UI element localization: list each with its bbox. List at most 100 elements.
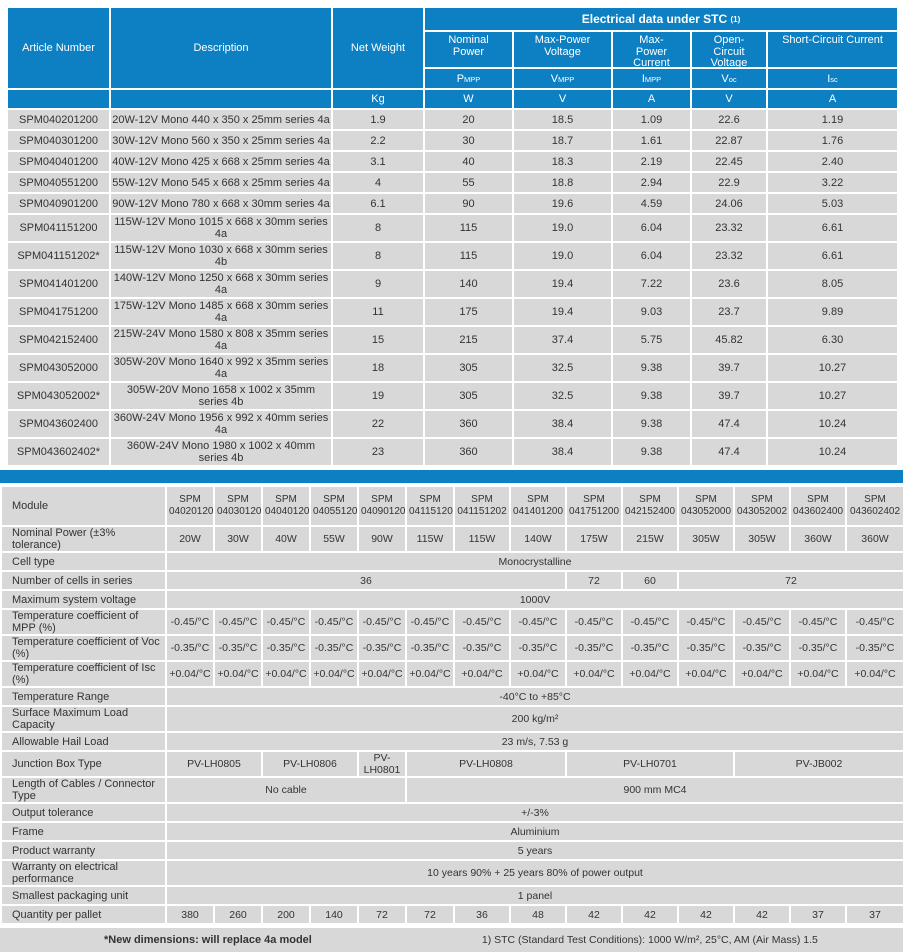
tc-mpp-cell: -0.45/°C: [214, 609, 262, 635]
weight-unit: Kg: [332, 89, 424, 109]
tc-isc-cell: +0.04/°C: [734, 661, 790, 687]
net-weight-cell: 15: [332, 326, 424, 354]
voc-cell: 47.4: [691, 438, 767, 466]
table-row: SPM04030120030W-12V Mono 560 x 350 x 25m…: [7, 130, 898, 151]
isc-cell: 10.27: [767, 382, 898, 410]
spec-row-label: Cell type: [1, 552, 166, 571]
impp-cell: 9.38: [612, 410, 691, 438]
module-id-cell: SPM040551200: [310, 486, 358, 526]
quantity-per-pallet-row: Quantity per pallet380260200140727236484…: [1, 905, 903, 924]
open-circuit-voltage-header: Open-Circuit Voltage: [691, 31, 767, 68]
impp-cell: 2.94: [612, 172, 691, 193]
smallest-packaging-value: 1 panel: [166, 886, 903, 905]
surface-load-row: Surface Maximum Load Capacity 200 kg/m²: [1, 706, 903, 732]
tc-mpp-cell: -0.45/°C: [166, 609, 214, 635]
tc-voc-cell: -0.35/°C: [262, 635, 310, 661]
stc-footnote-ref: (1): [730, 15, 740, 24]
module-spec-body: ModuleSPM040201200SPM040301200SPM0404012…: [1, 486, 903, 924]
description-cell: 305W-20V Mono 1658 x 1002 x 35mm series …: [110, 382, 332, 410]
stc-title: Electrical data under STC: [582, 12, 727, 26]
spec-row-label: Number of cells in series: [1, 571, 166, 590]
description-cell: 175W-12V Mono 1485 x 668 x 30mm series 4…: [110, 298, 332, 326]
table-row: SPM04090120090W-12V Mono 780 x 668 x 30m…: [7, 193, 898, 214]
tc-isc-cell: +0.04/°C: [358, 661, 406, 687]
net-weight-cell: 18: [332, 354, 424, 382]
tc-voc-row: Temperature coefficient of Voc (%)-0.35/…: [1, 635, 903, 661]
nominal-power-row: Nominal Power (±3% tolerance)20W30W40W55…: [1, 526, 903, 552]
temperature-range-value: -40°C to +85°C: [166, 687, 903, 706]
surface-load-value: 200 kg/m²: [166, 706, 903, 732]
cells-in-series-value: 72: [678, 571, 903, 590]
quantity-cell: 200: [262, 905, 310, 924]
isc-cell: 9.89: [767, 298, 898, 326]
spec-row-label: Temperature coefficient of MPP (%): [1, 609, 166, 635]
impp-cell: 2.19: [612, 151, 691, 172]
table-row: SPM041751200175W-12V Mono 1485 x 668 x 3…: [7, 298, 898, 326]
tc-isc-cell: +0.04/°C: [166, 661, 214, 687]
module-id-cell: SPM042152400: [622, 486, 678, 526]
pmpp-cell: 305: [424, 382, 513, 410]
voc-cell: 23.7: [691, 298, 767, 326]
impp-cell: 6.04: [612, 214, 691, 242]
net-weight-cell: 19: [332, 382, 424, 410]
article-number-cell: SPM042152400: [7, 326, 110, 354]
voc-cell: 23.6: [691, 270, 767, 298]
nominal-power-cell: 90W: [358, 526, 406, 552]
quantity-cell: 42: [622, 905, 678, 924]
isc-cell: 1.76: [767, 130, 898, 151]
vmpp-cell: 18.8: [513, 172, 612, 193]
voc-cell: 22.9: [691, 172, 767, 193]
nominal-power-cell: 305W: [678, 526, 734, 552]
pmpp-cell: 305: [424, 354, 513, 382]
header-row-units: Kg W V A V A: [7, 89, 898, 109]
quantity-cell: 36: [454, 905, 510, 924]
description-cell: 55W-12V Mono 545 x 668 x 25mm series 4a: [110, 172, 332, 193]
table-row: SPM041151200115W-12V Mono 1015 x 668 x 3…: [7, 214, 898, 242]
description-cell: 360W-24V Mono 1956 x 992 x 40mm series 4…: [110, 410, 332, 438]
module-id-cell: SPM041151202: [454, 486, 510, 526]
quantity-cell: 260: [214, 905, 262, 924]
tc-isc-cell: +0.04/°C: [566, 661, 622, 687]
impp-cell: 9.38: [612, 354, 691, 382]
article-number-cell: SPM041151200: [7, 214, 110, 242]
net-weight-cell: 2.2: [332, 130, 424, 151]
header-row-group: Article Number Description Net Weight El…: [7, 7, 898, 31]
net-weight-cell: 3.1: [332, 151, 424, 172]
tc-voc-cell: -0.35/°C: [622, 635, 678, 661]
vmpp-symbol: VMPP: [513, 68, 612, 89]
quantity-cell: 72: [358, 905, 406, 924]
voc-cell: 45.82: [691, 326, 767, 354]
tc-voc-cell: -0.35/°C: [358, 635, 406, 661]
spec-row-label: Maximum system voltage: [1, 590, 166, 609]
vmpp-unit: V: [513, 89, 612, 109]
smallest-packaging-row: Smallest packaging unit 1 panel: [1, 886, 903, 905]
product-warranty-value: 5 years: [166, 841, 903, 860]
quantity-cell: 48: [510, 905, 566, 924]
electrical-data-table: Article Number Description Net Weight El…: [6, 6, 899, 467]
impp-cell: 1.61: [612, 130, 691, 151]
article-number-cell: SPM041401200: [7, 270, 110, 298]
tc-voc-cell: -0.35/°C: [678, 635, 734, 661]
table-row: SPM04055120055W-12V Mono 545 x 668 x 25m…: [7, 172, 898, 193]
junction-box-row: Junction Box Type PV-LH0805 PV-LH0806 PV…: [1, 751, 903, 777]
short-circuit-current-header: Short-Circuit Current: [767, 31, 898, 68]
cells-in-series-row: Number of cells in series 36 72 60 72: [1, 571, 903, 590]
electrical-table-header: Article Number Description Net Weight El…: [7, 7, 898, 109]
max-system-voltage-row: Maximum system voltage 1000V: [1, 590, 903, 609]
article-number-cell: SPM043602402*: [7, 438, 110, 466]
module-id-cell: SPM043602402: [846, 486, 903, 526]
impp-cell: 1.09: [612, 109, 691, 130]
max-system-voltage-value: 1000V: [166, 590, 903, 609]
isc-cell: 3.22: [767, 172, 898, 193]
module-id-cell: SPM041401200: [510, 486, 566, 526]
module-id-cell: SPM041151200: [406, 486, 454, 526]
temperature-range-row: Temperature Range -40°C to +85°C: [1, 687, 903, 706]
spec-row-label: Allowable Hail Load: [1, 732, 166, 751]
tc-mpp-cell: -0.45/°C: [566, 609, 622, 635]
tc-isc-cell: +0.04/°C: [262, 661, 310, 687]
module-id-cell: SPM041751200: [566, 486, 622, 526]
tc-voc-cell: -0.35/°C: [166, 635, 214, 661]
description-cell: 215W-24V Mono 1580 x 808 x 35mm series 4…: [110, 326, 332, 354]
impp-symbol: IMPP: [612, 68, 691, 89]
impp-cell: 9.38: [612, 382, 691, 410]
